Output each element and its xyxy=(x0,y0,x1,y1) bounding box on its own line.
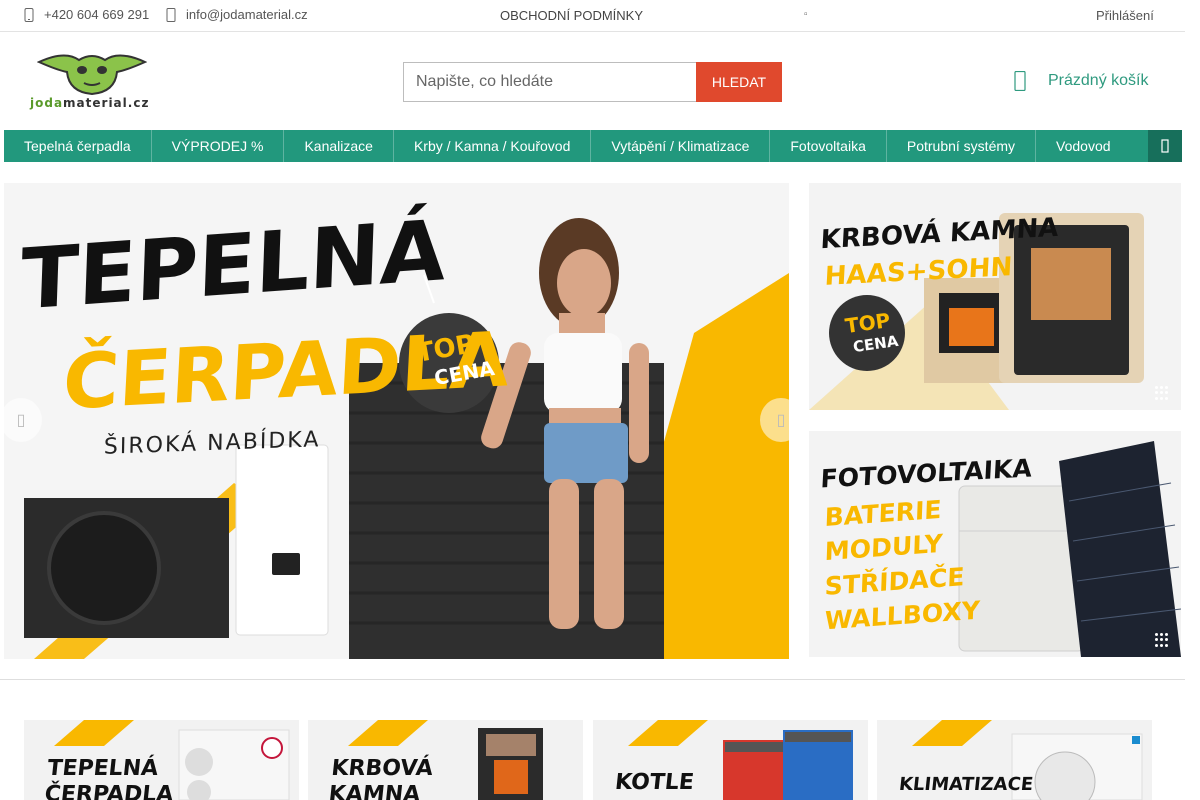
yoda-logo-icon xyxy=(37,54,147,96)
hero-banner[interactable]: TEPELNÁ ČERPADLA ŠIROKÁ NABÍDKA TOP CENA xyxy=(4,183,789,659)
phone-icon xyxy=(24,7,34,22)
top-bar: +420 604 669 291 info@jodamaterial.cz OB… xyxy=(0,0,1185,32)
category-label: KOTLE xyxy=(613,770,696,795)
email-icon xyxy=(166,7,176,22)
banner2-line1: BATERIE xyxy=(824,494,943,533)
terms-link[interactable]: OBCHODNÍ PODMÍNKY xyxy=(500,8,643,23)
hero-prev-button[interactable]: ▯ xyxy=(0,398,42,442)
gallery-grid-icon xyxy=(1155,386,1169,400)
site-logo[interactable]: jodamaterial.cz xyxy=(30,48,154,114)
search-button[interactable]: HLEDAT xyxy=(696,62,782,102)
chevron-right-icon xyxy=(1161,139,1169,153)
nav-item-tepelna-cerpadla[interactable]: Tepelná čerpadla xyxy=(4,130,152,162)
email-address[interactable]: info@jodamaterial.cz xyxy=(186,7,308,22)
section-divider xyxy=(0,679,1185,680)
side-banner-fotovoltaika[interactable]: FOTOVOLTAIKA BATERIE MODULY STŘÍDAČE WAL… xyxy=(809,431,1181,657)
nav-item-vytapeni[interactable]: Vytápění / Klimatizace xyxy=(591,130,771,162)
category-tile-tepelna-cerpadla[interactable]: TEPELNÁ ČERPADLA xyxy=(24,720,299,800)
search-bar: HLEDAT xyxy=(403,62,782,102)
cart[interactable]: Prázdný košík xyxy=(1014,71,1148,91)
category-tile-klimatizace[interactable]: KLIMATIZACE xyxy=(877,720,1152,800)
category-tile-kotle[interactable]: KOTLE xyxy=(593,720,868,800)
email-contact[interactable]: info@jodamaterial.cz xyxy=(166,7,308,22)
category-label: TEPELNÁ ČERPADLA xyxy=(43,756,175,800)
banner1-badge-top: TOP xyxy=(843,307,892,339)
category-tile-krbova-kamna[interactable]: KRBOVÁ KAMNA xyxy=(308,720,583,800)
nav-item-vodovod[interactable]: Vodovod xyxy=(1036,130,1131,162)
cart-icon xyxy=(1014,71,1026,91)
login-link[interactable]: Přihlášení xyxy=(1096,8,1154,23)
cart-label[interactable]: Prázdný košík xyxy=(1048,72,1148,90)
phone-number[interactable]: +420 604 669 291 xyxy=(44,7,149,22)
category-label: KLIMATIZACE xyxy=(897,774,1035,795)
main-navigation: Tepelná čerpadla VÝPRODEJ % Kanalizace K… xyxy=(4,130,1182,162)
search-input[interactable] xyxy=(403,62,696,102)
gallery-grid-icon xyxy=(1155,633,1169,647)
nav-item-fotovoltaika[interactable]: Fotovoltaika xyxy=(770,130,887,162)
info-icon[interactable]: ▫ xyxy=(804,9,808,20)
phone-contact[interactable]: +420 604 669 291 xyxy=(24,7,149,22)
chevron-left-icon: ▯ xyxy=(16,412,26,429)
side-banner-krbova-kamna[interactable]: KRBOVÁ KAMNA HAAS+SOHN TOP CENA xyxy=(809,183,1181,410)
chevron-right-icon: ▯ xyxy=(776,412,786,429)
hero-next-button[interactable]: ▯ xyxy=(760,398,802,442)
nav-item-vyprodej[interactable]: VÝPRODEJ % xyxy=(152,130,285,162)
nav-item-kanalizace[interactable]: Kanalizace xyxy=(284,130,394,162)
nav-more-button[interactable] xyxy=(1148,130,1182,162)
nav-item-krby-kamna[interactable]: Krby / Kamna / Kouřovod xyxy=(394,130,592,162)
nav-item-potrubni[interactable]: Potrubní systémy xyxy=(887,130,1037,162)
category-label: KRBOVÁ KAMNA xyxy=(327,756,435,800)
logo-text: jodamaterial.cz xyxy=(30,96,150,110)
